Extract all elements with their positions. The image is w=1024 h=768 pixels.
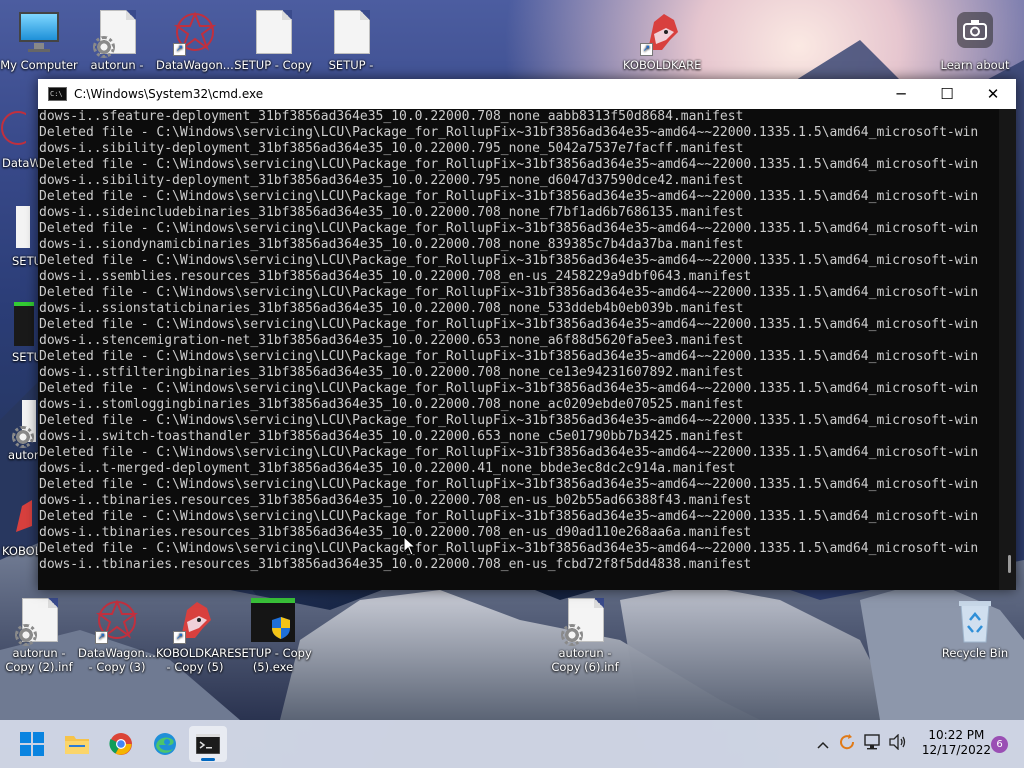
desktop-icon-label: My Computer: [0, 58, 78, 72]
taskbar: 10:22 PM 12/17/2022 6: [0, 720, 1024, 768]
shortcut-arrow-icon: ↗: [173, 631, 186, 644]
desktop-icon-label: Recycle Bin: [941, 646, 1009, 660]
setup-shield-icon: [251, 598, 295, 644]
clock-date: 12/17/2022: [921, 743, 991, 757]
taskbar-file-explorer[interactable]: [58, 726, 96, 762]
datawagon-icon: ↗: [95, 598, 139, 644]
desktop-icon-recycle-bin[interactable]: Recycle Bin: [936, 598, 1014, 660]
desktop-icon-datawagon[interactable]: ↗ DataWagon....: [156, 10, 238, 72]
desktop-icon-setup-partial-2[interactable]: SETU: [0, 302, 43, 364]
monitor-icon: [17, 10, 61, 56]
settings-file-icon: [12, 400, 36, 448]
desktop-icon-label: KOBOLDKARE: [623, 58, 702, 72]
desktop-icon-datawagon-partial[interactable]: DataW: [0, 108, 41, 170]
desktop-icon-label: SETU: [12, 254, 43, 268]
desktop-icon-label: DataW: [2, 156, 41, 170]
window-controls: ─ ☐ ✕: [878, 79, 1016, 109]
system-tray: [812, 720, 910, 768]
console-text: dows-i..sfeature-deployment_31bf3856ad36…: [39, 109, 979, 572]
desktop-icon-label: autorun - Copy (6).inf: [551, 646, 619, 674]
desktop-icon-koboldkare-partial[interactable]: KOBOL: [0, 496, 42, 558]
file-icon: [329, 10, 373, 56]
shortcut-arrow-icon: ↗: [640, 43, 653, 56]
koboldkare-icon: [12, 496, 36, 542]
settings-file-icon: [93, 10, 139, 58]
cmd-icon: C:\: [48, 87, 67, 101]
desktop-icon-label: SETUP - Copy: [234, 58, 312, 72]
cmd-window[interactable]: C:\ C:\Windows\System32\cmd.exe ─ ☐ ✕ do…: [38, 79, 1016, 590]
file-icon: [251, 10, 295, 56]
desktop-icon-label: autorun -: [90, 58, 144, 72]
desktop-icon-label: SETUP - Copy (5).exe: [234, 646, 312, 674]
setup-shield-icon: [14, 302, 34, 348]
camera-icon: [953, 10, 997, 56]
taskbar-clock[interactable]: 10:22 PM 12/17/2022: [922, 728, 991, 758]
console-output[interactable]: dows-i..sfeature-deployment_31bf3856ad36…: [38, 109, 998, 590]
desktop-icon-autorun-partial[interactable]: autor: [0, 400, 39, 462]
chevron-up-icon[interactable]: [812, 735, 834, 753]
desktop-icon-learn-about[interactable]: Learn about: [936, 10, 1014, 72]
desktop-icon-label: KOBOL: [2, 544, 42, 558]
volume-icon[interactable]: [886, 733, 910, 754]
desktop-icon-label: autor: [8, 448, 39, 462]
start-button[interactable]: [13, 726, 51, 762]
window-title: C:\Windows\System32\cmd.exe: [74, 87, 264, 101]
desktop-icon-koboldkare-copy-6[interactable]: ↗ KOBOLDKARE: [623, 10, 701, 72]
edge-icon: [154, 733, 176, 755]
desktop-icon-setup-partial-1[interactable]: SETU: [0, 206, 43, 268]
vertical-scrollbar[interactable]: [999, 109, 1016, 590]
desktop-icon-label: autorun - Copy (2).inf: [5, 646, 73, 674]
settings-file-icon: [561, 598, 607, 646]
desktop-icon-autorun-copy-2[interactable]: autorun - Copy (2).inf: [0, 598, 78, 674]
datawagon-icon: ↗: [173, 10, 217, 56]
sync-icon[interactable]: [834, 733, 860, 755]
desktop-icon-setup[interactable]: SETUP -: [312, 10, 390, 72]
settings-file-icon: [15, 598, 61, 646]
desktop-icon-label: SETUP -: [328, 58, 374, 72]
notification-badge[interactable]: 6: [991, 736, 1008, 753]
desktop-icon-setup-copy-5[interactable]: SETUP - Copy (5).exe: [234, 598, 312, 674]
clock-time: 10:22 PM: [928, 728, 985, 742]
desktop-icon-datawagon-copy-3[interactable]: ↗ DataWagon.... - Copy (3): [78, 598, 160, 674]
desktop-icon-label: Learn about: [940, 58, 1010, 72]
file-explorer-icon: [65, 736, 89, 754]
taskbar-edge[interactable]: [146, 726, 184, 762]
file-icon: [16, 206, 30, 252]
desktop-icon-koboldkare-copy-5[interactable]: ↗ KOBOLDKARE - Copy (5): [156, 598, 234, 674]
minimize-button[interactable]: ─: [878, 79, 924, 109]
window-titlebar[interactable]: C:\ C:\Windows\System32\cmd.exe ─ ☐ ✕: [38, 79, 1016, 109]
maximize-button[interactable]: ☐: [924, 79, 970, 109]
taskbar-terminal[interactable]: [189, 726, 227, 762]
chrome-icon: [109, 733, 132, 755]
recycle-bin-icon: [953, 598, 997, 644]
terminal-icon: [196, 734, 220, 754]
desktop-icon-label: DataWagon....: [156, 58, 238, 72]
desktop-icon-label: DataWagon.... - Copy (3): [78, 646, 160, 674]
shortcut-arrow-icon: ↗: [95, 631, 108, 644]
desktop-icon-label: KOBOLDKARE - Copy (5): [156, 646, 235, 674]
close-button[interactable]: ✕: [970, 79, 1016, 109]
desktop-icon-label: SETU: [12, 350, 43, 364]
desktop-icon-autorun-copy-3[interactable]: autorun -: [78, 10, 156, 72]
koboldkare-icon: ↗: [173, 598, 217, 644]
scrollbar-thumb[interactable]: [1008, 555, 1011, 573]
desktop-icon-setup-copy[interactable]: SETUP - Copy: [234, 10, 312, 72]
network-icon[interactable]: [860, 734, 886, 754]
start-icon: [20, 732, 44, 756]
taskbar-chrome[interactable]: [102, 726, 140, 762]
mouse-cursor-icon: [403, 536, 417, 556]
desktop-icon-my-computer[interactable]: My Computer: [0, 10, 78, 72]
desktop-icon-autorun-copy-6[interactable]: autorun - Copy (6).inf: [546, 598, 624, 674]
koboldkare-icon: ↗: [640, 10, 684, 56]
datawagon-icon: [0, 108, 40, 154]
shortcut-arrow-icon: ↗: [173, 43, 186, 56]
